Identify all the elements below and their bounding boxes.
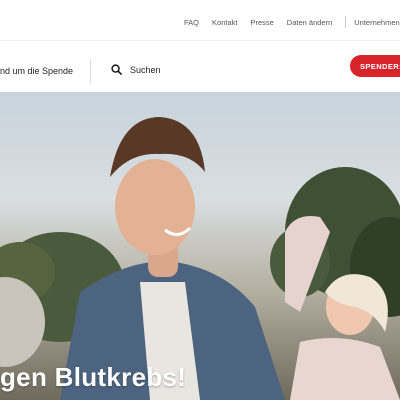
search-icon (111, 64, 122, 75)
hero-photo (0, 117, 400, 400)
donation-menu-item[interactable]: nd um die Spende (0, 66, 73, 76)
press-link[interactable]: Presse (250, 18, 273, 27)
hero-headline: gen Blutkrebs! (0, 362, 187, 392)
faq-link[interactable]: FAQ (184, 18, 199, 27)
companies-link[interactable]: Unternehmen, Sch (354, 18, 400, 27)
nav-divider (345, 16, 347, 28)
top-utility-nav: FAQ Kontakt Presse Daten ändern Unterneh… (184, 16, 400, 28)
search-label: Suchen (130, 64, 161, 75)
search-button[interactable]: Suchen (111, 64, 161, 75)
top-utility-bar: FAQ Kontakt Presse Daten ändern Unterneh… (0, 0, 400, 40)
hero-banner: gen Blutkrebs! (0, 92, 400, 400)
update-data-link[interactable]: Daten ändern (287, 18, 332, 27)
become-donor-button[interactable]: SPENDER:IN (350, 55, 400, 77)
contact-link[interactable]: Kontakt (212, 18, 237, 27)
main-navigation-bar: nd um die Spende Suchen SPENDER:IN (0, 40, 400, 92)
nav-divider (90, 59, 91, 83)
